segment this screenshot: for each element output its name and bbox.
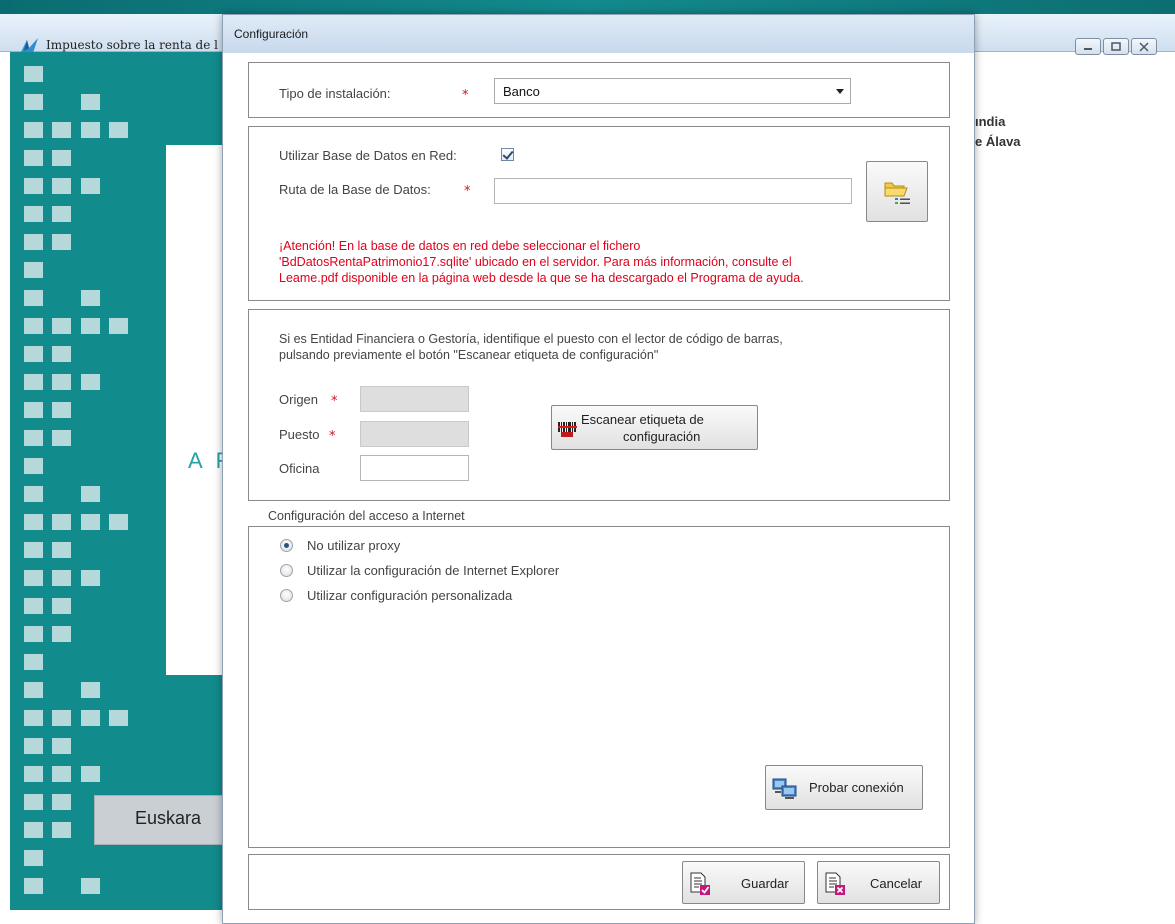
test-connection-button[interactable]: Probar conexión: [765, 765, 923, 810]
scan-label-button[interactable]: Escanear etiqueta de configuración: [551, 405, 758, 450]
background-window-title: Impuesto sobre la renta de l: [46, 38, 218, 52]
db-warning-line: Leame.pdf disponible en la página web de…: [279, 271, 804, 285]
save-button-label: Guardar: [741, 876, 789, 891]
folder-list-icon: [884, 182, 910, 204]
database-group: Utilizar Base de Datos en Red: Ruta de l…: [248, 126, 950, 301]
configuration-dialog: Configuración Tipo de instalación: * Ban…: [222, 14, 975, 924]
installation-type-select[interactable]: Banco: [494, 78, 851, 104]
db-warning-line: 'BdDatosRentaPatrimonio17.sqlite' ubicad…: [279, 255, 792, 269]
radio-ie-config[interactable]: [280, 564, 293, 577]
scan-button-label: configuración: [623, 429, 701, 444]
cancel-document-icon: [825, 872, 845, 895]
no-proxy-label: No utilizar proxy: [307, 538, 401, 553]
save-button[interactable]: Guardar: [682, 861, 805, 904]
minimize-button[interactable]: [1075, 38, 1101, 55]
dialog-title: Configuración: [234, 27, 309, 41]
db-path-label: Ruta de la Base de Datos:: [279, 182, 431, 197]
background-content-panel: [166, 145, 226, 675]
required-marker: *: [464, 184, 471, 199]
barcode-scanner-icon: [558, 422, 577, 437]
required-marker: *: [331, 394, 338, 409]
installation-type-value: Banco: [503, 84, 540, 99]
maximize-icon: [1111, 42, 1121, 51]
dialog-body: Tipo de instalación: * Banco Utilizar Ba…: [231, 53, 966, 919]
entity-info-line: Si es Entidad Financiera o Gestoría, ide…: [279, 332, 783, 346]
dialog-footer: Guardar Cancelar: [248, 854, 950, 910]
close-window-button[interactable]: [1131, 38, 1157, 55]
network-computers-icon: [772, 778, 797, 799]
desktop-background: [0, 0, 1175, 14]
save-document-icon: [690, 872, 710, 895]
required-marker: *: [329, 429, 336, 444]
origen-input[interactable]: [360, 386, 469, 412]
installation-group: Tipo de instalación: * Banco: [248, 62, 950, 118]
entity-info-line: pulsando previamente el botón "Escanear …: [279, 348, 659, 362]
test-connection-label: Probar conexión: [809, 780, 904, 795]
cancel-button[interactable]: Cancelar: [817, 861, 940, 904]
background-text: e Álava: [975, 134, 1021, 149]
close-icon: [1139, 42, 1149, 52]
scan-button-label: Escanear etiqueta de: [581, 412, 704, 427]
ie-config-label: Utilizar la configuración de Internet Ex…: [307, 563, 560, 578]
chevron-down-icon: [836, 89, 844, 94]
minimize-icon: [1084, 48, 1092, 50]
oficina-input[interactable]: [360, 455, 469, 481]
required-marker: *: [462, 88, 469, 103]
euskara-button[interactable]: Euskara: [94, 795, 226, 845]
internet-group: No utilizar proxy Utilizar la configurac…: [248, 526, 950, 848]
radio-no-proxy[interactable]: [280, 539, 293, 552]
origen-label: Origen: [279, 392, 319, 407]
cancel-button-label: Cancelar: [870, 876, 923, 891]
maximize-button[interactable]: [1103, 38, 1129, 55]
installation-type-label: Tipo de instalación:: [279, 86, 391, 101]
browse-db-button[interactable]: [866, 161, 928, 222]
puesto-label: Puesto: [279, 427, 320, 442]
db-warning-line: ¡Atención! En la base de datos en red de…: [279, 239, 641, 253]
radio-custom-config[interactable]: [280, 589, 293, 602]
background-text: ındia: [975, 114, 1006, 129]
network-db-checkbox[interactable]: [501, 148, 514, 161]
internet-section-label: Configuración del acceso a Internet: [268, 509, 465, 523]
custom-config-label: Utilizar configuración personalizada: [307, 588, 513, 603]
oficina-label: Oficina: [279, 461, 320, 476]
network-db-label: Utilizar Base de Datos en Red:: [279, 148, 457, 163]
dialog-titlebar: Configuración: [223, 15, 974, 53]
entity-group: Si es Entidad Financiera o Gestoría, ide…: [248, 309, 950, 501]
db-path-input[interactable]: [494, 178, 852, 204]
puesto-input[interactable]: [360, 421, 469, 447]
